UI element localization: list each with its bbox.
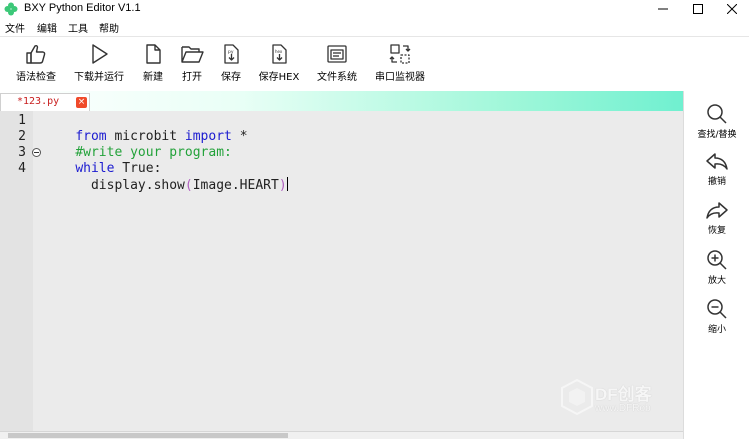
redo-label: 恢复 <box>707 226 726 236</box>
fold-toggle-icon[interactable] <box>32 148 41 157</box>
zoom-out-icon <box>707 299 727 319</box>
line-number-gutter: 1 2 3 4 <box>0 111 33 431</box>
window-title: BXY Python Editor V1.1 <box>24 2 141 14</box>
folder-open-icon <box>181 46 204 63</box>
save-hex-button[interactable]: hex 保存HEX <box>256 37 302 89</box>
clover-icon <box>4 2 18 16</box>
undo-icon <box>706 153 728 170</box>
syntax-check-button[interactable]: 语法检查 <box>14 37 58 89</box>
menu-bar: 文件 编辑 工具 帮助 <box>0 19 749 36</box>
line-number: 4 <box>18 161 26 176</box>
zoom-in-button[interactable]: 放大 <box>684 249 749 286</box>
code-editor[interactable]: 1 2 3 4 from microbit import * #write yo… <box>0 111 683 431</box>
download-run-button[interactable]: 下载并运行 <box>72 37 126 89</box>
toolbar: 语法检查 下载并运行 新建 打开 py 保存 hex 保存HEX 文件系统 串口… <box>0 36 749 91</box>
menu-help[interactable]: 帮助 <box>99 20 119 35</box>
serial-monitor-button[interactable]: 串口监视器 <box>372 37 428 89</box>
menu-tools[interactable]: 工具 <box>68 20 88 35</box>
new-file-button[interactable]: 新建 <box>138 37 168 89</box>
zoom-out-button[interactable]: 缩小 <box>684 298 749 335</box>
text-cursor <box>286 177 288 191</box>
save-hex-icon: hex <box>272 44 287 64</box>
watermark-text: DF创客 <box>595 385 652 404</box>
play-icon <box>92 44 108 64</box>
tab-strip: *123.py × <box>0 91 683 111</box>
new-file-icon <box>146 44 161 64</box>
horizontal-scrollbar[interactable] <box>0 431 683 439</box>
new-file-label: 新建 <box>143 72 163 83</box>
serial-monitor-label: 串口监视器 <box>375 72 425 83</box>
code-token: display.show <box>75 178 185 193</box>
download-run-label: 下载并运行 <box>74 72 124 83</box>
maximize-button[interactable] <box>681 0 715 18</box>
maximize-icon <box>693 4 703 14</box>
tab-close-button[interactable]: × <box>76 97 87 108</box>
minimize-button[interactable] <box>646 0 680 18</box>
menu-file[interactable]: 文件 <box>5 20 25 35</box>
search-icon <box>707 104 727 124</box>
syntax-check-label: 语法检查 <box>16 72 56 83</box>
undo-label: 撤销 <box>707 177 726 187</box>
zoom-in-label: 放大 <box>707 276 726 286</box>
code-token: ( <box>184 178 193 193</box>
save-py-icon: py <box>224 44 239 64</box>
find-replace-button[interactable]: 查找/替换 <box>684 103 749 140</box>
scrollbar-thumb[interactable] <box>8 433 288 438</box>
line-number: 3 <box>18 145 26 160</box>
code-token: Image.HEART <box>192 178 279 193</box>
file-system-icon <box>327 45 347 63</box>
minimize-icon <box>658 8 668 10</box>
save-hex-label: 保存HEX <box>258 72 300 83</box>
line-number: 2 <box>18 129 26 144</box>
find-replace-label: 查找/替换 <box>697 130 737 140</box>
line-number: 1 <box>18 113 26 128</box>
title-bar: BXY Python Editor V1.1 <box>0 0 749 18</box>
thumbs-up-icon <box>26 44 46 64</box>
zoom-out-label: 缩小 <box>707 325 726 335</box>
watermark: DF创客 www.DFRob <box>560 376 680 426</box>
code-line: display.show(Image.HEART) <box>44 161 288 210</box>
open-label: 打开 <box>182 72 202 83</box>
save-label: 保存 <box>221 72 241 83</box>
watermark-subtext: www.DFRob <box>595 403 651 414</box>
serial-monitor-icon <box>389 44 411 64</box>
watermark-logo-icon <box>561 378 593 416</box>
redo-icon <box>706 202 728 219</box>
close-icon <box>727 4 737 14</box>
tab-123-py[interactable]: *123.py × <box>0 93 90 111</box>
code-token: * <box>231 129 248 144</box>
redo-button[interactable]: 恢复 <box>684 201 749 236</box>
file-system-label: 文件系统 <box>317 72 357 83</box>
file-system-button[interactable]: 文件系统 <box>314 37 360 89</box>
save-button[interactable]: py 保存 <box>216 37 246 89</box>
undo-button[interactable]: 撤销 <box>684 152 749 187</box>
zoom-in-icon <box>707 250 727 270</box>
code-token: ) <box>278 178 287 193</box>
tab-title: *123.py <box>17 96 60 107</box>
svg-text:hex: hex <box>275 49 283 54</box>
close-window-button[interactable] <box>715 0 749 18</box>
menu-edit[interactable]: 编辑 <box>37 20 57 35</box>
open-button[interactable]: 打开 <box>177 37 207 89</box>
side-tool-panel: 查找/替换 撤销 恢复 放大 缩小 <box>683 91 749 439</box>
